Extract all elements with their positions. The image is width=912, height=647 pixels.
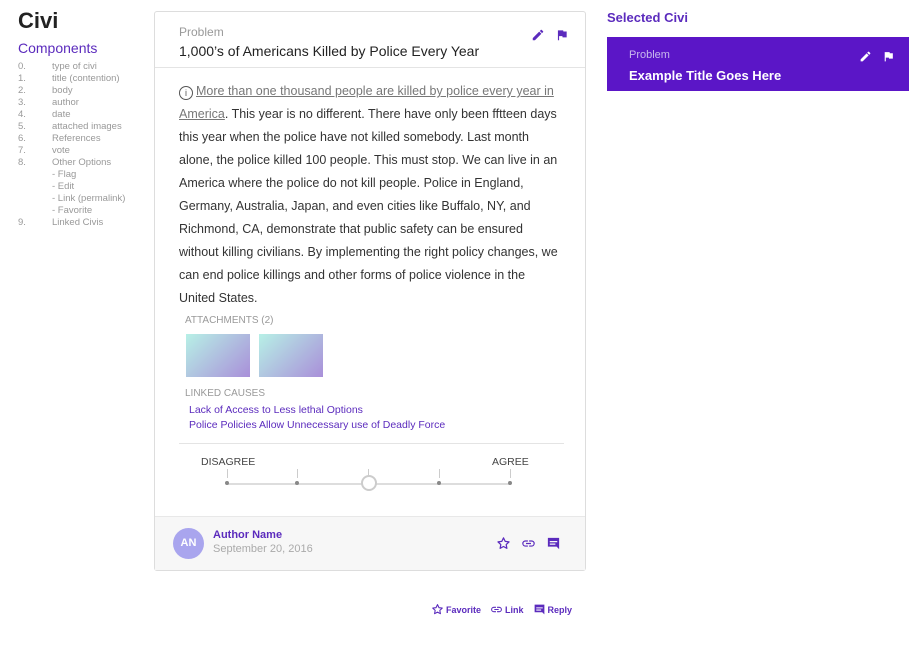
selected-civi-type: Problem — [629, 49, 670, 61]
vote-agree-label: AGREE — [492, 456, 529, 468]
legend-link-label: Link — [505, 604, 524, 615]
divider — [179, 443, 564, 444]
avatar[interactable]: AN — [173, 528, 204, 559]
component-subitem: - Flag — [52, 169, 77, 180]
flag-icon[interactable] — [555, 28, 569, 42]
selected-civi-title: Example Title Goes Here — [629, 68, 782, 83]
card-footer: AN Author Name September 20, 2016 — [155, 516, 585, 570]
attachments-label: ATTACHMENTS (2) — [185, 315, 274, 326]
vote-slider-handle[interactable] — [361, 475, 377, 491]
vote-tick — [297, 469, 298, 478]
component-item: 3. author — [18, 97, 79, 108]
component-item: 2. body — [18, 85, 73, 96]
civi-card: Problem 1,000’s of Americans Killed by P… — [154, 11, 586, 571]
edit-icon[interactable] — [531, 28, 545, 42]
vote-stop[interactable] — [225, 481, 229, 485]
legend-link[interactable]: Link — [490, 603, 524, 616]
component-item: 5. attached images — [18, 121, 122, 132]
vote-disagree-label: DISAGREE — [201, 456, 256, 468]
vote-stop[interactable] — [295, 481, 299, 485]
component-item: 9. Linked Civis — [18, 217, 104, 228]
link-icon[interactable] — [521, 536, 536, 551]
linked-causes-label: LINKED CAUSES — [185, 388, 266, 399]
star-icon — [432, 604, 443, 615]
card-header: Problem 1,000’s of Americans Killed by P… — [155, 12, 585, 68]
component-subitem: - Link (permalink) — [52, 193, 126, 204]
component-item: 0. type of civi — [18, 61, 97, 72]
linked-cause-link[interactable]: Police Policies Allow Unnecessary use of… — [189, 419, 445, 431]
post-date: September 20, 2016 — [213, 543, 313, 555]
flag-icon[interactable] — [882, 50, 895, 63]
author-name[interactable]: Author Name — [213, 529, 282, 541]
vote-tick — [439, 469, 440, 478]
linked-cause-link[interactable]: Lack of Access to Less lethal Options — [189, 404, 363, 416]
legend-reply-label: Reply — [547, 604, 573, 615]
attachment-thumbnail[interactable] — [259, 334, 323, 377]
vote-stop[interactable] — [508, 481, 512, 485]
edit-icon[interactable] — [859, 50, 872, 63]
selected-civi-heading: Selected Civi — [607, 10, 688, 25]
components-list: 0. type of civi 1. title (contention) 2. bo… — [18, 61, 148, 229]
brand-title: Civi — [18, 8, 59, 33]
legend-favorite-label: Favorite — [446, 604, 482, 615]
reply-icon — [534, 604, 544, 615]
action-legend: Favorite Link Reply — [431, 603, 581, 616]
vote-stop[interactable] — [437, 481, 441, 485]
component-item: 6. References — [18, 133, 101, 144]
legend-favorite[interactable]: Favorite — [431, 603, 481, 616]
civi-body: i More than one thousand people are kille… — [179, 80, 561, 310]
body-text: . This year is no different. There have … — [179, 107, 558, 305]
selected-civi-card[interactable]: Problem Example Title Goes Here — [607, 37, 909, 91]
civi-type: Problem — [179, 25, 224, 39]
component-subitem: - Edit — [52, 181, 75, 192]
link-icon — [491, 606, 502, 613]
component-item: 4. date — [18, 109, 71, 120]
vote-tick — [510, 469, 511, 478]
civi-title: 1,000’s of Americans Killed by Police Ev… — [179, 43, 480, 59]
component-item: 7. vote — [18, 145, 70, 156]
component-item: 1. title (contention) — [18, 73, 120, 84]
vote-tick — [227, 469, 228, 478]
info-icon: i — [179, 86, 193, 100]
reply-icon[interactable] — [546, 536, 561, 551]
components-heading: Components — [18, 40, 98, 56]
legend-reply[interactable]: Reply — [533, 603, 573, 616]
component-item: 8. Other Options — [18, 157, 112, 168]
star-icon[interactable] — [496, 536, 511, 551]
attachment-thumbnail[interactable] — [186, 334, 250, 377]
component-subitem: - Favorite — [52, 205, 93, 216]
